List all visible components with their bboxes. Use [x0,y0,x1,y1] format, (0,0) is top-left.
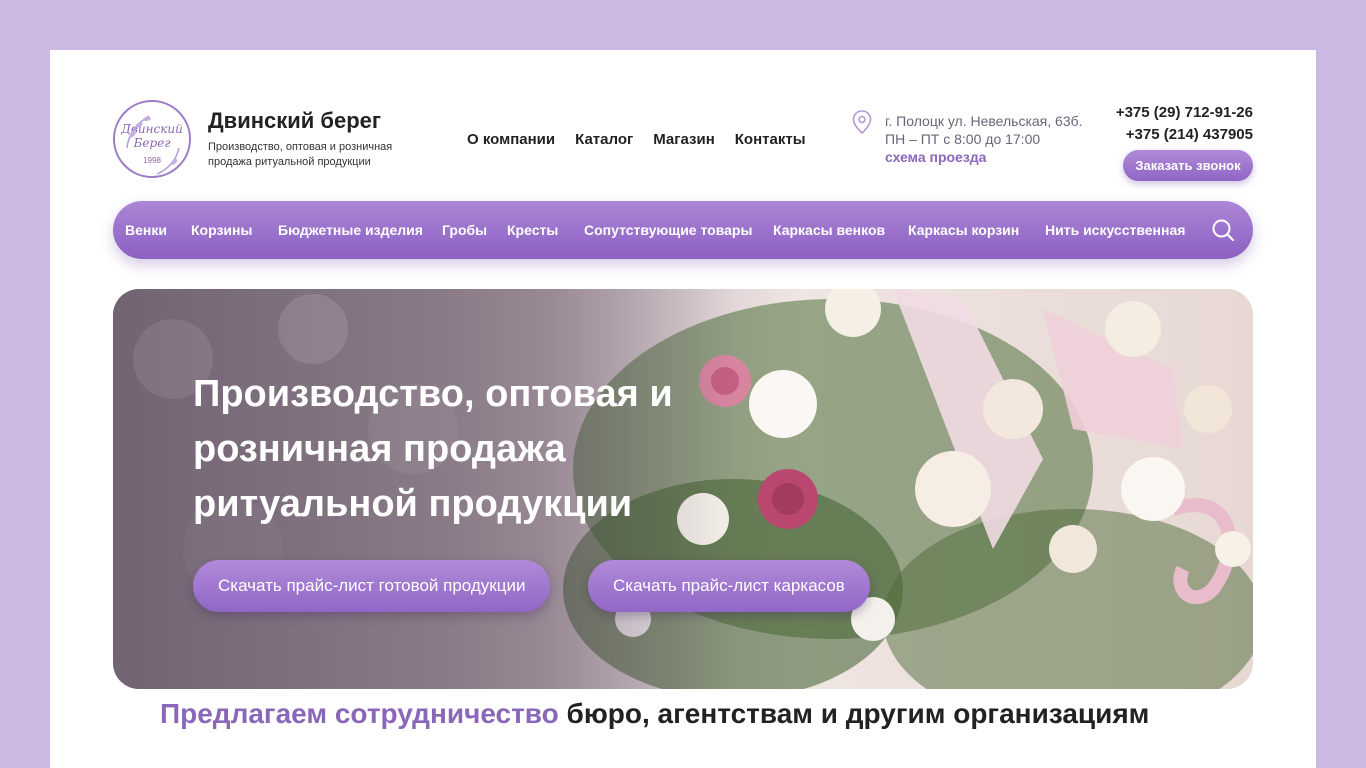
catalog-item-artificial-thread[interactable]: Нить искусственная [1045,222,1185,238]
hero-banner: Производство, оптовая и розничная продаж… [113,289,1253,689]
brand-subtitle: Производство, оптовая и розничная продаж… [208,141,393,168]
catalog-item-budget[interactable]: Бюджетные изделия [278,222,423,238]
catalog-item-accessories[interactable]: Сопутствующие товары [584,222,752,238]
logo[interactable]: Двинский Берег 1998 [113,100,191,178]
catalog-navigation: Венки Корзины Бюджетные изделия Гробы Кр… [113,201,1253,259]
search-icon[interactable] [1211,218,1235,242]
page-container: Двинский Берег 1998 Двинский берег Произ… [50,50,1316,768]
nav-link-contacts[interactable]: Контакты [735,131,806,148]
catalog-item-basket-frames[interactable]: Каркасы корзин [908,222,1019,238]
nav-link-catalog[interactable]: Каталог [575,131,633,148]
cooperation-heading: Предлагаем сотрудничество бюро, агентств… [160,698,1149,730]
nav-link-about[interactable]: О компании [467,131,555,148]
download-price-products-button[interactable]: Скачать прайс-лист готовой продукции [193,560,551,612]
top-navigation: О компании Каталог Магазин Контакты [467,131,826,148]
phone-landline[interactable]: +375 (214) 437905 [1116,124,1253,146]
address-block: г. Полоцк ул. Невельская, 63б. ПН – ПТ с… [885,112,1083,166]
cooperation-heading-rest: бюро, агентствам и другим организациям [558,698,1150,729]
map-link[interactable]: схема проезда [885,148,1083,166]
callback-button[interactable]: Заказать звонок [1123,150,1253,181]
hero-title: Производство, оптовая и розничная продаж… [193,373,673,525]
nav-link-shop[interactable]: Магазин [653,131,715,148]
catalog-item-coffins[interactable]: Гробы [442,222,487,238]
phone-mobile[interactable]: +375 (29) 712-91-26 [1116,102,1253,124]
working-hours: ПН – ПТ с 8:00 до 17:00 [885,131,1041,147]
download-price-frames-button[interactable]: Скачать прайс-лист каркасов [588,560,870,612]
brand-title[interactable]: Двинский берег [208,108,381,134]
catalog-item-baskets[interactable]: Корзины [191,222,252,238]
phones-block: +375 (29) 712-91-26 +375 (214) 437905 [1116,102,1253,146]
leaf-icon [126,115,180,175]
address-text: г. Полоцк ул. Невельская, 63б. [885,113,1083,129]
cooperation-heading-accent: Предлагаем сотрудничество [160,698,559,729]
catalog-item-wreaths[interactable]: Венки [125,222,167,238]
catalog-item-wreath-frames[interactable]: Каркасы венков [773,222,885,238]
catalog-item-crosses[interactable]: Кресты [507,222,558,238]
location-pin-icon [852,110,872,134]
